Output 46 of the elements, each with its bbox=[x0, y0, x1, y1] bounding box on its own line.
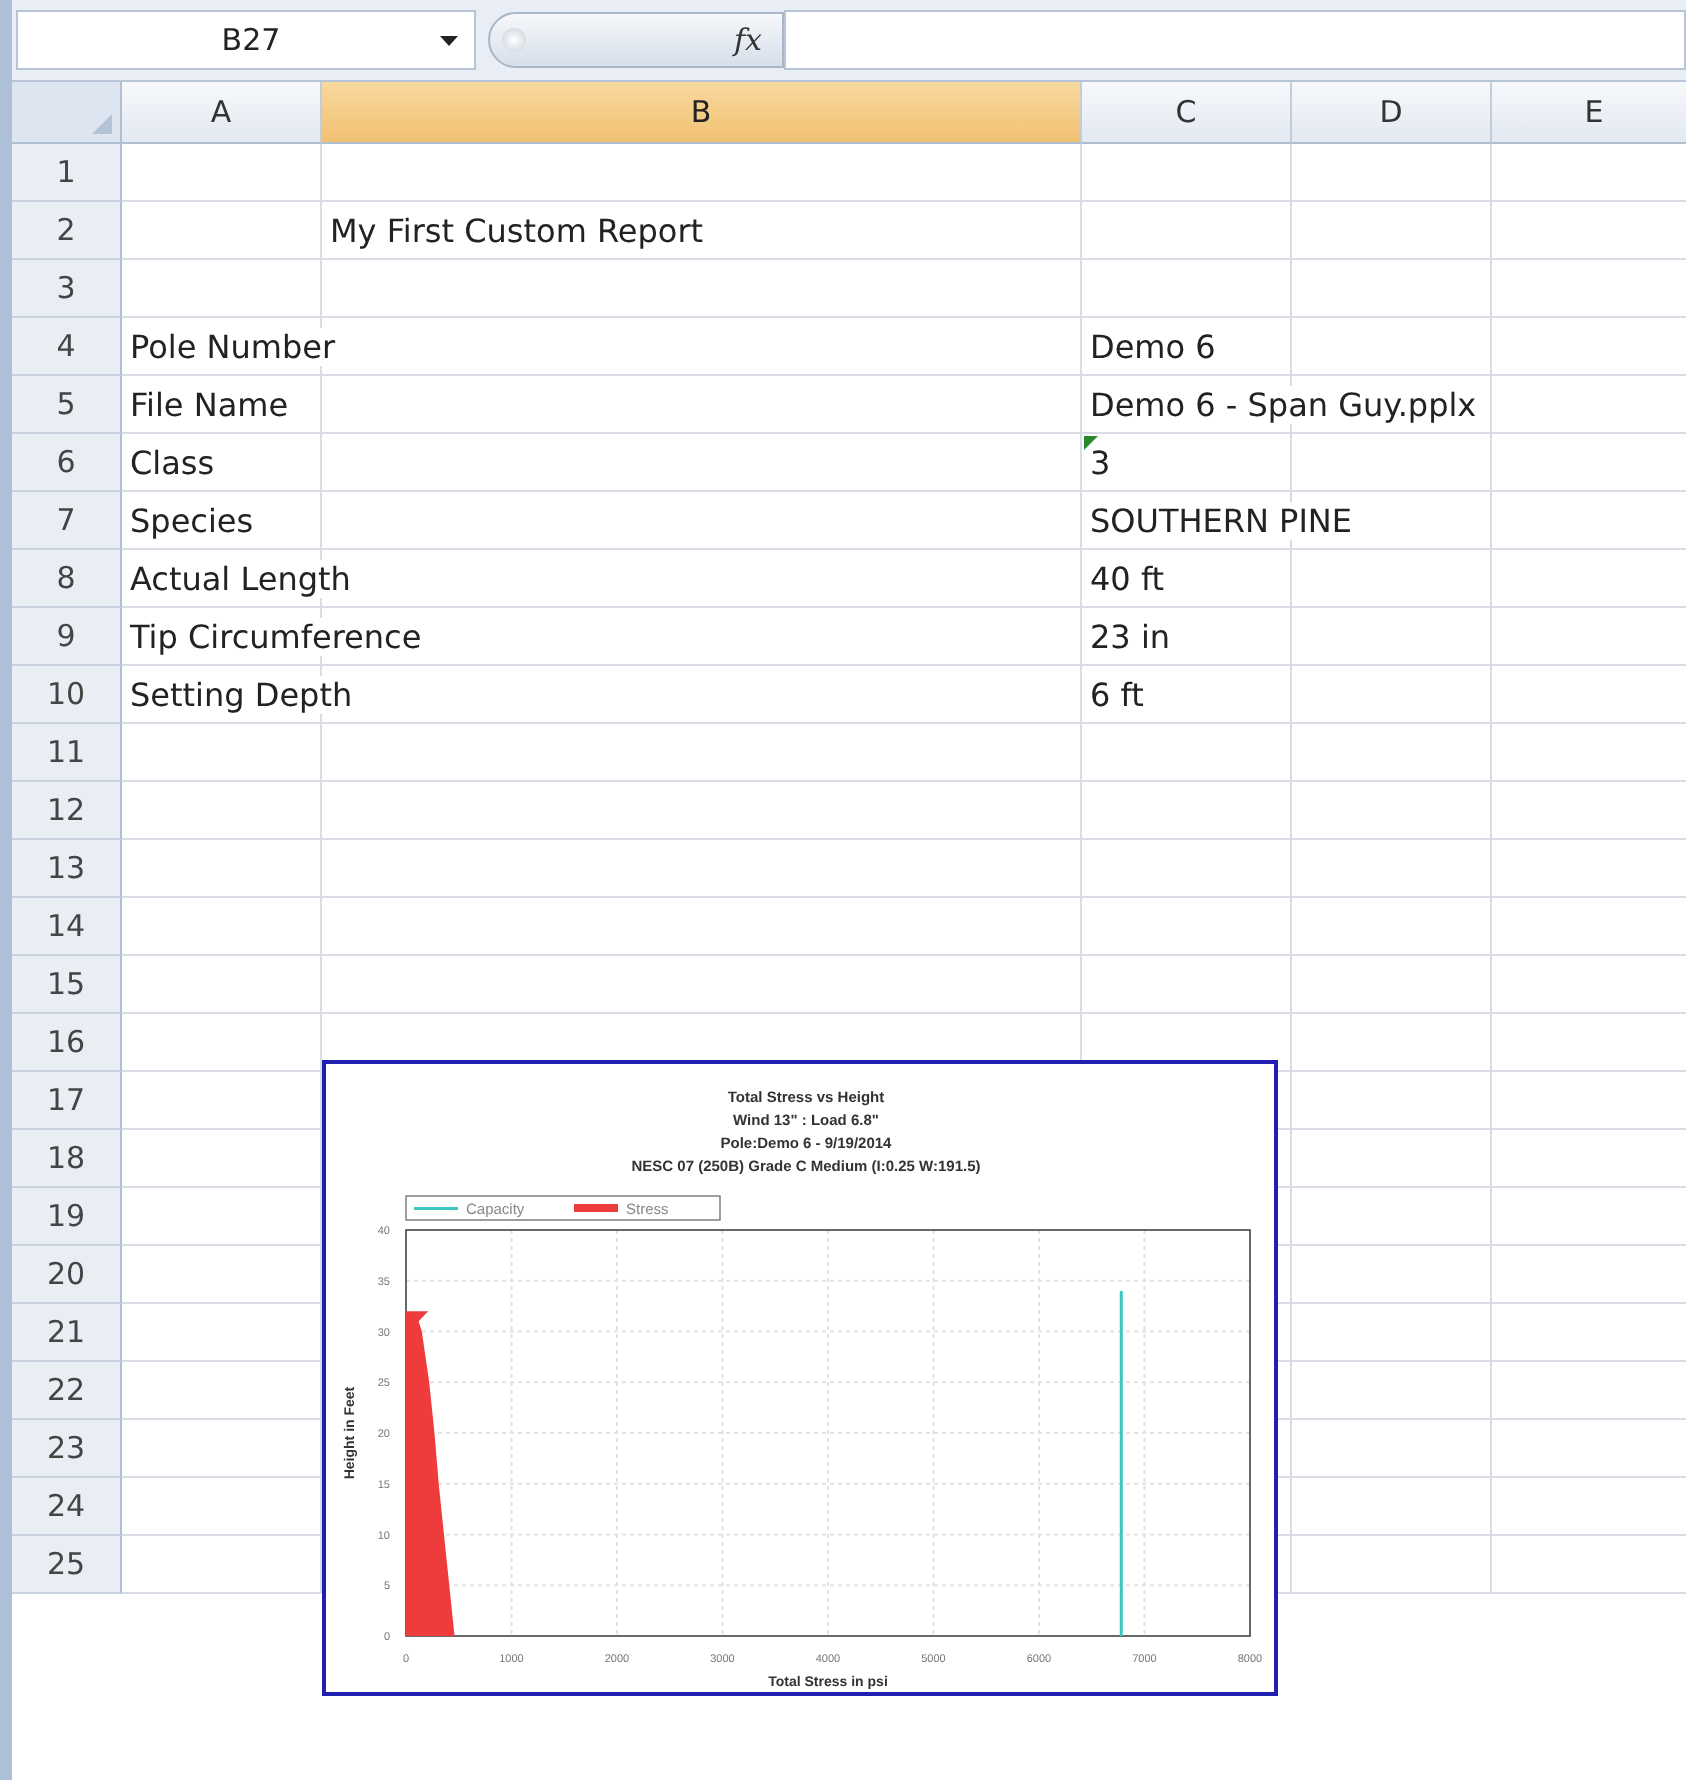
row-header[interactable]: 23 bbox=[12, 1420, 122, 1478]
row-header[interactable]: 5 bbox=[12, 376, 122, 434]
row-header[interactable]: 16 bbox=[12, 1014, 122, 1072]
row-header[interactable]: 19 bbox=[12, 1188, 122, 1246]
cell-text: SOUTHERN PINE bbox=[1090, 502, 1352, 540]
row-header[interactable]: 14 bbox=[12, 898, 122, 956]
row-header[interactable]: 21 bbox=[12, 1304, 122, 1362]
cell-text: Species bbox=[130, 502, 254, 540]
column-header[interactable]: D bbox=[1292, 82, 1492, 144]
column-header[interactable]: C bbox=[1082, 82, 1292, 144]
cell-text: Demo 6 - Span Guy.pplx bbox=[1090, 386, 1477, 424]
row-header[interactable]: 15 bbox=[12, 956, 122, 1014]
name-box[interactable]: B27 bbox=[16, 10, 476, 70]
row-header[interactable]: 18 bbox=[12, 1130, 122, 1188]
cell-text: Pole Number bbox=[130, 328, 336, 366]
row-header[interactable]: 22 bbox=[12, 1362, 122, 1420]
select-all-button[interactable] bbox=[12, 82, 122, 144]
row-header[interactable]: 1 bbox=[12, 144, 122, 202]
column-header[interactable]: B bbox=[322, 82, 1082, 144]
row-header[interactable]: 10 bbox=[12, 666, 122, 724]
column-header[interactable]: E bbox=[1492, 82, 1686, 144]
row-header[interactable]: 17 bbox=[12, 1072, 122, 1130]
cell-text: Setting Depth bbox=[130, 676, 353, 714]
row-header[interactable]: 25 bbox=[12, 1536, 122, 1594]
row-header[interactable]: 20 bbox=[12, 1246, 122, 1304]
row-header[interactable]: 11 bbox=[12, 724, 122, 782]
triangle-icon bbox=[92, 114, 112, 134]
cell-text: Actual Length bbox=[130, 560, 351, 598]
row-header[interactable]: 3 bbox=[12, 260, 122, 318]
legend-swatch bbox=[574, 1204, 618, 1212]
row-header[interactable]: 24 bbox=[12, 1478, 122, 1536]
row-header[interactable]: 8 bbox=[12, 550, 122, 608]
cell-text: My First Custom Report bbox=[330, 212, 704, 250]
row-header[interactable]: 12 bbox=[12, 782, 122, 840]
cell-text: Tip Circumference bbox=[130, 618, 422, 656]
expand-icon[interactable] bbox=[502, 28, 526, 52]
caret-icon[interactable] bbox=[440, 35, 458, 45]
column-header[interactable]: A bbox=[122, 82, 322, 144]
row-header[interactable]: 2 bbox=[12, 202, 122, 260]
row-header[interactable]: 7 bbox=[12, 492, 122, 550]
row-header[interactable]: 4 bbox=[12, 318, 122, 376]
row-header[interactable]: 13 bbox=[12, 840, 122, 898]
insert-function-button[interactable]: fx bbox=[733, 22, 762, 58]
formula-field[interactable] bbox=[784, 10, 1686, 70]
row-header[interactable]: 9 bbox=[12, 608, 122, 666]
row-header[interactable]: 6 bbox=[12, 434, 122, 492]
